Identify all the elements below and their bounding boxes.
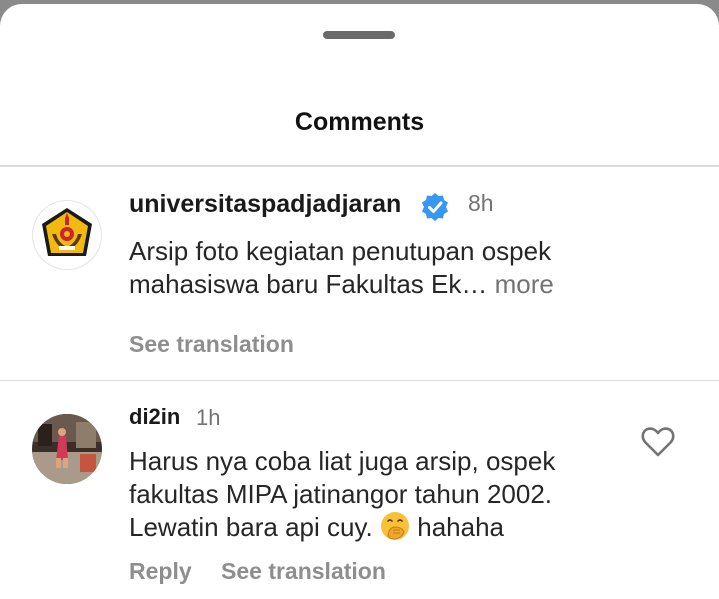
drag-handle[interactable]	[323, 31, 395, 39]
see-translation-button[interactable]: See translation	[129, 331, 294, 358]
comment-divider	[0, 380, 719, 381]
comment-text-line: mahasiswa baru Fakultas Ek… more	[129, 268, 649, 301]
sheet-title: Comments	[294, 108, 425, 136]
header-divider	[0, 165, 719, 167]
comment-text-part: hahaha	[417, 512, 505, 542]
comment-text-line: Arsip foto kegiatan penutupan ospek	[129, 236, 552, 266]
comment-text-line: fakultas MIPA jatinangor tahun 2002.	[129, 479, 553, 509]
reply-button[interactable]: Reply	[129, 558, 192, 585]
comment-text-line: Lewatin bara api cuy. hahaha	[129, 511, 649, 544]
comment-text: Arsip foto kegiatan penutupan ospek maha…	[129, 235, 649, 301]
comment-time: 8h	[468, 190, 494, 216]
comment-text: Harus nya coba liat juga arsip, ospek fa…	[129, 445, 649, 544]
see-translation-button[interactable]: See translation	[221, 558, 386, 585]
comment-text-line: Harus nya coba liat juga arsip, ospek	[129, 446, 556, 476]
university-logo-icon	[42, 208, 92, 256]
more-link[interactable]: more	[487, 269, 554, 299]
comment-username[interactable]: di2in	[129, 404, 180, 430]
comment-text-part: Lewatin bara api cuy.	[129, 512, 373, 542]
comment-time: 1h	[196, 405, 221, 430]
face-with-hand-over-mouth-icon	[381, 512, 410, 540]
user-photo-icon	[32, 414, 102, 484]
avatar[interactable]	[32, 414, 102, 484]
avatar[interactable]	[32, 200, 102, 270]
comments-sheet: Comments universitaspadjadjaran 8h Arsip…	[0, 4, 719, 599]
comment-username[interactable]: universitaspadjadjaran	[129, 190, 401, 219]
verified-badge-icon	[422, 193, 448, 221]
comment-text-truncated: mahasiswa baru Fakultas Ek…	[129, 269, 488, 299]
